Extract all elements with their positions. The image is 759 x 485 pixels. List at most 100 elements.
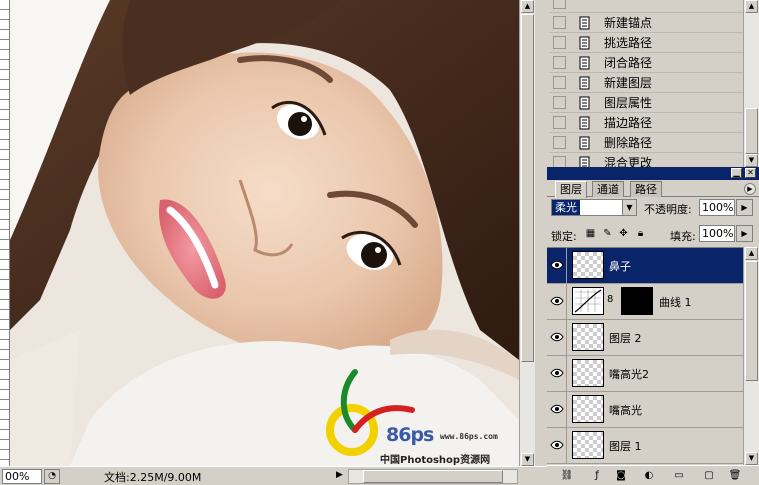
history-item-label: 挑选路径 xyxy=(604,36,653,50)
fill-slider-arrow-icon[interactable]: ▶ xyxy=(736,225,753,242)
history-state-icon xyxy=(579,16,590,30)
opacity-slider-arrow-icon[interactable]: ▶ xyxy=(736,199,753,216)
scroll-thumb[interactable] xyxy=(363,470,503,483)
visibility-toggle[interactable] xyxy=(547,320,567,355)
lock-all-icon[interactable]: 🔒︎ xyxy=(635,228,646,239)
opacity-field[interactable]: 100% xyxy=(699,199,735,216)
link-layers-icon[interactable]: ⛓ xyxy=(559,468,575,483)
layer-thumbnail xyxy=(572,323,604,351)
layer-thumbnail xyxy=(572,251,604,279)
history-state-icon xyxy=(579,116,590,130)
visibility-toggle[interactable] xyxy=(547,428,567,463)
lock-transparency-icon[interactable]: ▦ xyxy=(585,228,596,239)
zoom-field[interactable]: 00% xyxy=(2,469,42,484)
visibility-toggle[interactable] xyxy=(547,284,567,319)
visibility-toggle[interactable] xyxy=(547,392,567,427)
layers-panel: ▁ ✕ 图层 通道 路径 ▶ 柔光 ▼ 不透明度: 100% ▶ 锁定: ▦ ✎… xyxy=(547,167,759,485)
layer-row[interactable]: 嘴高光 xyxy=(547,392,743,428)
layer-style-icon[interactable]: ƒ xyxy=(589,468,605,483)
close-icon[interactable]: ✕ xyxy=(745,168,756,178)
history-snapshot-checkbox[interactable] xyxy=(553,116,566,129)
scroll-up-arrow-icon[interactable]: ▲ xyxy=(745,247,758,260)
history-snapshot-checkbox[interactable] xyxy=(553,0,566,9)
history-item[interactable]: 挑选路径 xyxy=(549,33,743,53)
tab-channels[interactable]: 通道 xyxy=(592,181,624,197)
scroll-down-arrow-icon[interactable]: ▼ xyxy=(521,453,534,466)
history-snapshot-checkbox[interactable] xyxy=(553,96,566,109)
fill-label: 填充: xyxy=(670,230,696,243)
vertical-scrollbar[interactable]: ▲ ▼ xyxy=(519,0,535,466)
horizontal-scrollbar[interactable] xyxy=(348,469,518,484)
panel-menu-icon[interactable]: ▶ xyxy=(744,183,756,195)
scroll-up-arrow-icon[interactable]: ▲ xyxy=(521,0,534,13)
eye-icon xyxy=(550,368,564,378)
vertical-ruler[interactable] xyxy=(0,0,10,466)
layers-scrollbar[interactable]: ▲ ▼ xyxy=(743,247,759,465)
history-item[interactable]: 新建图层 xyxy=(549,73,743,93)
eye-icon xyxy=(550,440,564,450)
blend-mode-select[interactable]: 柔光 ▼ xyxy=(551,199,637,216)
history-item[interactable]: 删除路径 xyxy=(549,133,743,153)
history-snapshot-checkbox[interactable] xyxy=(553,76,566,89)
minimize-icon[interactable]: ▁ xyxy=(731,168,742,178)
history-item-label: 描边路径 xyxy=(604,116,653,130)
history-item[interactable]: 新建锚点 xyxy=(549,13,743,33)
layer-name: 嘴高光2 xyxy=(609,368,649,381)
lock-position-icon[interactable]: ✥ xyxy=(618,228,629,239)
curves-thumbnail xyxy=(572,287,604,315)
status-bar: 00% ◔ 文档:2.25M/9.00M ▶ xyxy=(0,466,547,485)
lock-image-icon[interactable]: ✎ xyxy=(602,228,613,239)
history-item-label: 新建图层 xyxy=(604,76,653,90)
layer-row[interactable]: 嘴高光2 xyxy=(547,356,743,392)
info-menu-arrow-icon[interactable]: ▶ xyxy=(336,470,343,480)
new-layer-icon[interactable]: ▢ xyxy=(701,468,717,483)
tab-paths[interactable]: 路径 xyxy=(630,181,662,197)
delete-layer-icon[interactable]: 🗑︎ xyxy=(727,468,743,483)
history-item[interactable]: 图层属性 xyxy=(549,93,743,113)
panel-titlebar[interactable]: ▁ ✕ xyxy=(547,167,759,180)
visibility-toggle[interactable] xyxy=(547,248,567,283)
eye-icon xyxy=(550,260,564,270)
new-adjustment-layer-icon[interactable]: ◐ xyxy=(641,468,657,483)
history-item[interactable]: 闭合路径 xyxy=(549,53,743,73)
layer-row[interactable]: 8 曲线 1 xyxy=(547,284,743,320)
history-snapshot-checkbox[interactable] xyxy=(553,36,566,49)
logo-site-name: 中国Photoshop资源网 xyxy=(380,455,491,466)
history-state-icon xyxy=(579,96,590,110)
layer-row[interactable]: 鼻子 xyxy=(547,248,743,284)
layer-mask-thumbnail[interactable] xyxy=(621,287,653,315)
chevron-down-icon[interactable]: ▼ xyxy=(622,200,636,215)
add-mask-icon[interactable]: ◙ xyxy=(613,468,629,483)
scroll-thumb[interactable] xyxy=(745,108,758,154)
history-scrollbar[interactable]: ▲ ▼ xyxy=(743,0,759,167)
visibility-toggle[interactable] xyxy=(547,356,567,391)
scroll-down-arrow-icon[interactable]: ▼ xyxy=(745,154,758,167)
history-item-label: 删除路径 xyxy=(604,136,653,150)
scroll-up-arrow-icon[interactable]: ▲ xyxy=(745,0,758,13)
history-snapshot-checkbox[interactable] xyxy=(553,16,566,29)
history-snapshot-checkbox[interactable] xyxy=(553,136,566,149)
tab-layers[interactable]: 图层 xyxy=(555,181,587,198)
history-state-icon xyxy=(579,36,590,50)
document-info: 文档:2.25M/9.00M xyxy=(104,471,202,484)
navigator-icon[interactable]: ◔ xyxy=(44,469,60,484)
new-group-icon[interactable]: ▭ xyxy=(671,468,687,483)
history-snapshot-checkbox[interactable] xyxy=(553,156,566,167)
scroll-thumb[interactable] xyxy=(521,14,534,362)
document-window: ▲ ▼ 86ps www.86ps.com 中国Photoshop资源网 00%… xyxy=(0,0,547,485)
layer-row[interactable]: 图层 1 xyxy=(547,428,743,464)
chain-link-icon[interactable]: 8 xyxy=(607,294,613,305)
scroll-down-arrow-icon[interactable]: ▼ xyxy=(745,452,758,465)
layer-row[interactable]: 图层 2 xyxy=(547,320,743,356)
history-item[interactable]: 描边路径 xyxy=(549,113,743,133)
fill-field[interactable]: 100% xyxy=(699,225,735,242)
history-snapshot-checkbox[interactable] xyxy=(553,56,566,69)
history-item[interactable]: 混合更改 xyxy=(549,153,743,167)
eye-icon xyxy=(550,404,564,414)
blend-mode-value: 柔光 xyxy=(552,200,580,215)
layer-thumbnail xyxy=(572,359,604,387)
scroll-thumb[interactable] xyxy=(745,261,758,381)
86ps-logo xyxy=(326,369,415,456)
history-item-partial[interactable] xyxy=(549,0,743,13)
layer-name: 嘴高光 xyxy=(609,404,642,417)
